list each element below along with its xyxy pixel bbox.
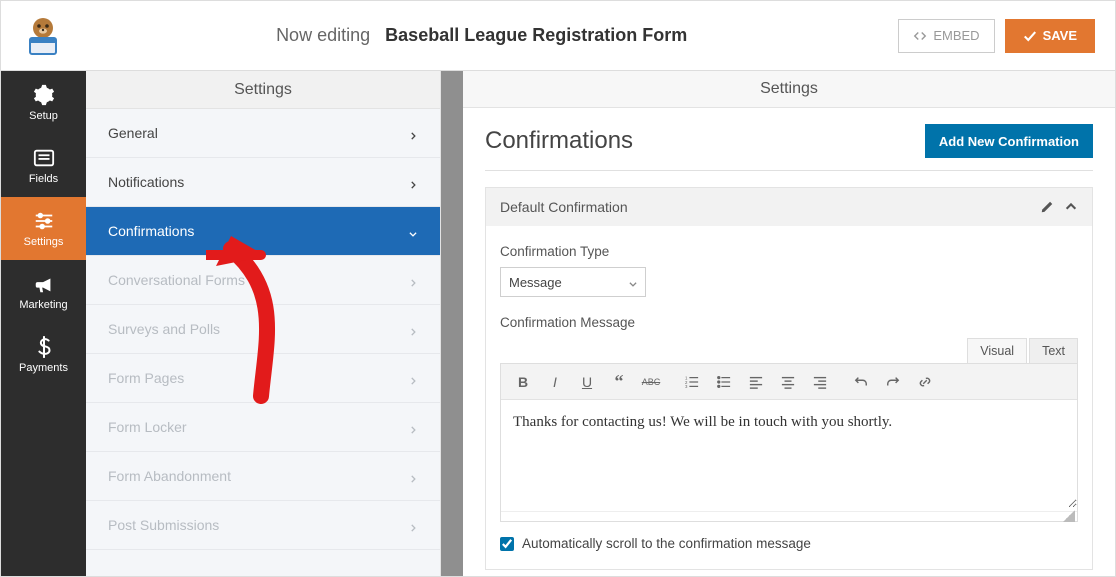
nav-setup[interactable]: Setup (1, 71, 86, 134)
chevron-right-icon (408, 422, 418, 432)
sidebar-item-notifications[interactable]: Notifications (86, 158, 440, 207)
autoscroll-checkbox[interactable] (500, 537, 514, 551)
chevron-right-icon (408, 520, 418, 530)
content-title: Confirmations (485, 127, 633, 155)
redo-icon[interactable] (881, 370, 905, 394)
top-bar: Now editing Baseball League Registration… (1, 1, 1115, 71)
autoscroll-row[interactable]: Automatically scroll to the confirmation… (500, 536, 1078, 551)
sidebar-item-label: Confirmations (108, 223, 194, 239)
sidebar-item-surveys-and-polls[interactable]: Surveys and Polls (86, 305, 440, 354)
sidebar-item-conversational-forms[interactable]: Conversational Forms (86, 256, 440, 305)
content-breadcrumb: Settings (463, 71, 1115, 108)
list-ul-icon[interactable] (712, 370, 736, 394)
undo-icon[interactable] (849, 370, 873, 394)
settings-submenu: Settings General Notifications Confirmatio… (86, 71, 441, 576)
editing-prefix: Now editing (276, 25, 370, 45)
link-icon[interactable] (913, 370, 937, 394)
align-right-icon[interactable] (808, 370, 832, 394)
nav-marketing[interactable]: Marketing (1, 260, 86, 323)
sidebar-item-form-abandonment[interactable]: Form Abandonment (86, 452, 440, 501)
sliders-icon (33, 210, 55, 232)
chevron-right-icon (408, 471, 418, 481)
side-nav: Setup Fields Settings Marketing (1, 71, 86, 576)
chevron-right-icon (408, 177, 418, 187)
bold-icon[interactable]: B (511, 370, 535, 394)
bullhorn-icon (33, 273, 55, 295)
strike-icon[interactable]: ABC (639, 370, 663, 394)
underline-icon[interactable]: U (575, 370, 599, 394)
sidebar-item-general[interactable]: General (86, 109, 440, 158)
page-title: Now editing Baseball League Registration… (65, 25, 898, 46)
quote-icon[interactable]: “ (607, 370, 631, 394)
nav-label: Setup (29, 110, 58, 122)
sidebar-item-post-submissions[interactable]: Post Submissions (86, 501, 440, 550)
list-ol-icon[interactable]: 123 (680, 370, 704, 394)
nav-label: Marketing (19, 299, 67, 311)
message-textarea[interactable]: Thanks for contacting us! We will be in … (501, 400, 1077, 508)
sidebar-item-label: Form Pages (108, 370, 184, 386)
nav-label: Payments (19, 362, 68, 374)
chevron-right-icon (408, 275, 418, 285)
app-logo (21, 14, 65, 58)
sidebar-item-label: Notifications (108, 174, 184, 190)
chevron-right-icon (408, 324, 418, 334)
check-icon (1023, 29, 1037, 43)
sidebar-item-form-locker[interactable]: Form Locker (86, 403, 440, 452)
editor-toolbar: B I U “ ABC 123 (501, 364, 1077, 400)
save-button[interactable]: SAVE (1005, 19, 1095, 53)
sidebar-item-label: Post Submissions (108, 517, 219, 533)
type-label: Confirmation Type (500, 244, 1078, 259)
chevron-right-icon (408, 373, 418, 383)
sidebar-item-label: Conversational Forms (108, 272, 245, 288)
sidebar-item-label: Surveys and Polls (108, 321, 220, 337)
sidebar-item-form-pages[interactable]: Form Pages (86, 354, 440, 403)
align-center-icon[interactable] (776, 370, 800, 394)
sidebar-item-label: Form Locker (108, 419, 187, 435)
chevron-up-icon[interactable] (1064, 200, 1078, 214)
autoscroll-label: Automatically scroll to the confirmation… (522, 536, 811, 551)
add-confirmation-button[interactable]: Add New Confirmation (925, 124, 1093, 158)
gear-icon (33, 84, 55, 106)
embed-button[interactable]: EMBED (898, 19, 994, 53)
chevron-down-icon (408, 226, 418, 236)
resize-handle[interactable] (501, 511, 1077, 521)
content: Settings Confirmations Add New Confirmat… (463, 71, 1115, 576)
submenu-breadcrumb: Settings (86, 71, 440, 109)
confirmation-type-select[interactable]: Message (500, 267, 646, 297)
svg-text:3: 3 (685, 384, 688, 389)
panel-header[interactable]: Default Confirmation (486, 188, 1092, 226)
code-icon (913, 29, 927, 43)
editor-tab-visual[interactable]: Visual (967, 338, 1027, 363)
list-icon (33, 147, 55, 169)
panel-title: Default Confirmation (500, 199, 628, 215)
dollar-icon (33, 336, 55, 358)
gutter (441, 71, 463, 576)
confirmation-panel: Default Confirmation Confirmation Type (485, 187, 1093, 570)
sidebar-item-label: Form Abandonment (108, 468, 231, 484)
nav-payments[interactable]: Payments (1, 323, 86, 386)
form-name: Baseball League Registration Form (385, 25, 687, 45)
nav-label: Fields (29, 173, 58, 185)
editor-tab-text[interactable]: Text (1029, 338, 1078, 363)
chevron-right-icon (408, 128, 418, 138)
sidebar-item-confirmations[interactable]: Confirmations (86, 207, 440, 256)
sidebar-item-label: General (108, 125, 158, 141)
message-label: Confirmation Message (500, 315, 1078, 330)
italic-icon[interactable]: I (543, 370, 567, 394)
nav-fields[interactable]: Fields (1, 134, 86, 197)
nav-settings[interactable]: Settings (1, 197, 86, 260)
pencil-icon[interactable] (1040, 200, 1054, 214)
align-left-icon[interactable] (744, 370, 768, 394)
nav-label: Settings (24, 236, 64, 248)
